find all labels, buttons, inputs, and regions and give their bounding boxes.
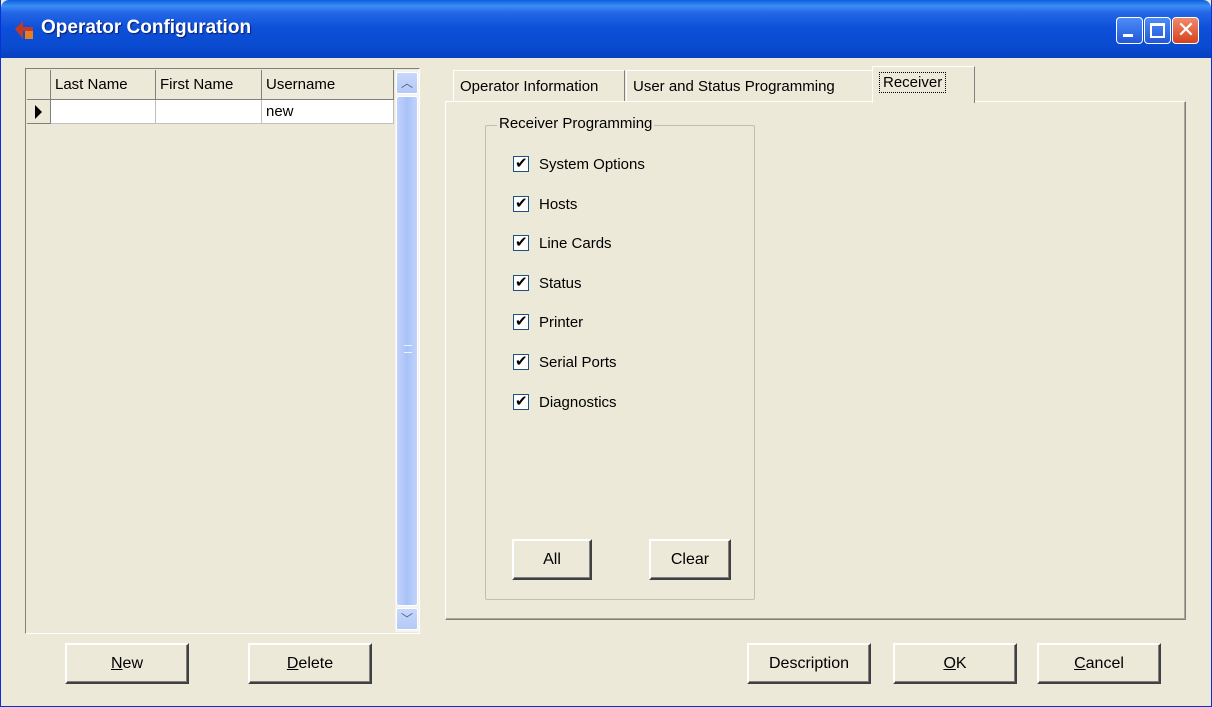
- current-row-arrow-icon: [35, 105, 42, 119]
- checkbox-box[interactable]: ✔: [513, 195, 529, 212]
- vertical-scrollbar[interactable]: ︿ ﹀: [395, 70, 419, 632]
- accelerator-key: N: [110, 655, 123, 672]
- chevron-down-icon: ﹀: [400, 612, 413, 626]
- tab-label: Receiver: [879, 72, 947, 93]
- checkbox-box[interactable]: ✔: [513, 274, 529, 291]
- close-icon: ✕: [1176, 17, 1196, 42]
- operator-configuration-window: Operator Configuration ✕ Last Name First…: [0, 0, 1212, 707]
- accelerator-key: C: [1074, 655, 1086, 672]
- group-title: Receiver Programming: [497, 115, 655, 132]
- title-bar[interactable]: Operator Configuration ✕: [1, 0, 1211, 58]
- cell-first-name[interactable]: [156, 100, 262, 124]
- clear-button[interactable]: Clear: [649, 539, 731, 580]
- scroll-thumb[interactable]: [396, 96, 418, 606]
- ok-button[interactable]: OK: [893, 643, 1017, 684]
- accelerator-key: O: [943, 655, 956, 672]
- chevron-up-icon: ︿: [400, 76, 413, 90]
- checkbox-label[interactable]: Line Cards: [539, 233, 612, 255]
- button-label: K: [955, 655, 967, 672]
- checkbox-label[interactable]: Diagnostics: [539, 392, 617, 414]
- grip-icon: [404, 345, 412, 353]
- scroll-down-button[interactable]: ﹀: [396, 608, 418, 630]
- row-indicator: [27, 100, 51, 124]
- checkmark-icon: ✔: [515, 393, 528, 410]
- checkbox-box[interactable]: ✔: [513, 234, 529, 251]
- tab-receiver[interactable]: Receiver: [872, 66, 975, 103]
- button-label: elete: [298, 655, 334, 672]
- column-header-username[interactable]: Username: [262, 70, 394, 100]
- checkbox-label[interactable]: Printer: [539, 312, 583, 334]
- checkbox-box[interactable]: ✔: [513, 313, 529, 330]
- button-label: ew: [122, 655, 143, 672]
- description-button[interactable]: Description: [747, 643, 871, 684]
- checkmark-icon: ✔: [515, 155, 528, 172]
- header-corner: [27, 70, 51, 100]
- column-header-first-name[interactable]: First Name: [156, 70, 262, 100]
- checkbox-label[interactable]: Serial Ports: [539, 352, 617, 374]
- tab-label: User and Status Programming: [633, 78, 835, 95]
- operator-grid[interactable]: Last Name First Name Username new ︿ ﹀: [25, 68, 420, 634]
- checkbox-label[interactable]: Hosts: [539, 194, 577, 216]
- maximize-button[interactable]: [1144, 17, 1171, 44]
- minimize-button[interactable]: [1116, 17, 1143, 44]
- checkmark-icon: ✔: [515, 313, 528, 330]
- checkbox-box[interactable]: ✔: [513, 155, 529, 172]
- minimize-icon: [1123, 34, 1133, 37]
- table-row[interactable]: new: [27, 100, 394, 124]
- checkmark-icon: ✔: [515, 353, 528, 370]
- app-icon: [15, 21, 33, 39]
- maximize-icon: [1150, 23, 1165, 38]
- checkbox-label[interactable]: Status: [539, 273, 582, 295]
- checkmark-icon: ✔: [515, 234, 528, 251]
- scroll-up-button[interactable]: ︿: [396, 72, 418, 94]
- checkbox-box[interactable]: ✔: [513, 393, 529, 410]
- cell-last-name[interactable]: [51, 100, 156, 124]
- grid-body: Last Name First Name Username new: [27, 70, 394, 632]
- checkbox-label[interactable]: System Options: [539, 154, 645, 176]
- button-label: ancel: [1085, 655, 1124, 672]
- close-button[interactable]: ✕: [1172, 17, 1199, 44]
- delete-button[interactable]: Delete: [248, 643, 372, 684]
- checkmark-icon: ✔: [515, 195, 528, 212]
- tab-operator-information[interactable]: Operator Information: [453, 70, 625, 102]
- checkmark-icon: ✔: [515, 274, 528, 291]
- new-button[interactable]: New: [65, 643, 189, 684]
- accelerator-key: D: [286, 655, 299, 672]
- cell-username[interactable]: new: [262, 100, 394, 124]
- all-button[interactable]: All: [512, 539, 592, 580]
- tab-user-and-status-programming[interactable]: User and Status Programming: [626, 70, 873, 102]
- cancel-button[interactable]: Cancel: [1037, 643, 1161, 684]
- tab-label: Operator Information: [460, 78, 599, 95]
- grid-header: Last Name First Name Username: [27, 70, 394, 100]
- window-title: Operator Configuration: [41, 17, 252, 38]
- checkbox-box[interactable]: ✔: [513, 353, 529, 370]
- column-header-last-name[interactable]: Last Name: [51, 70, 156, 100]
